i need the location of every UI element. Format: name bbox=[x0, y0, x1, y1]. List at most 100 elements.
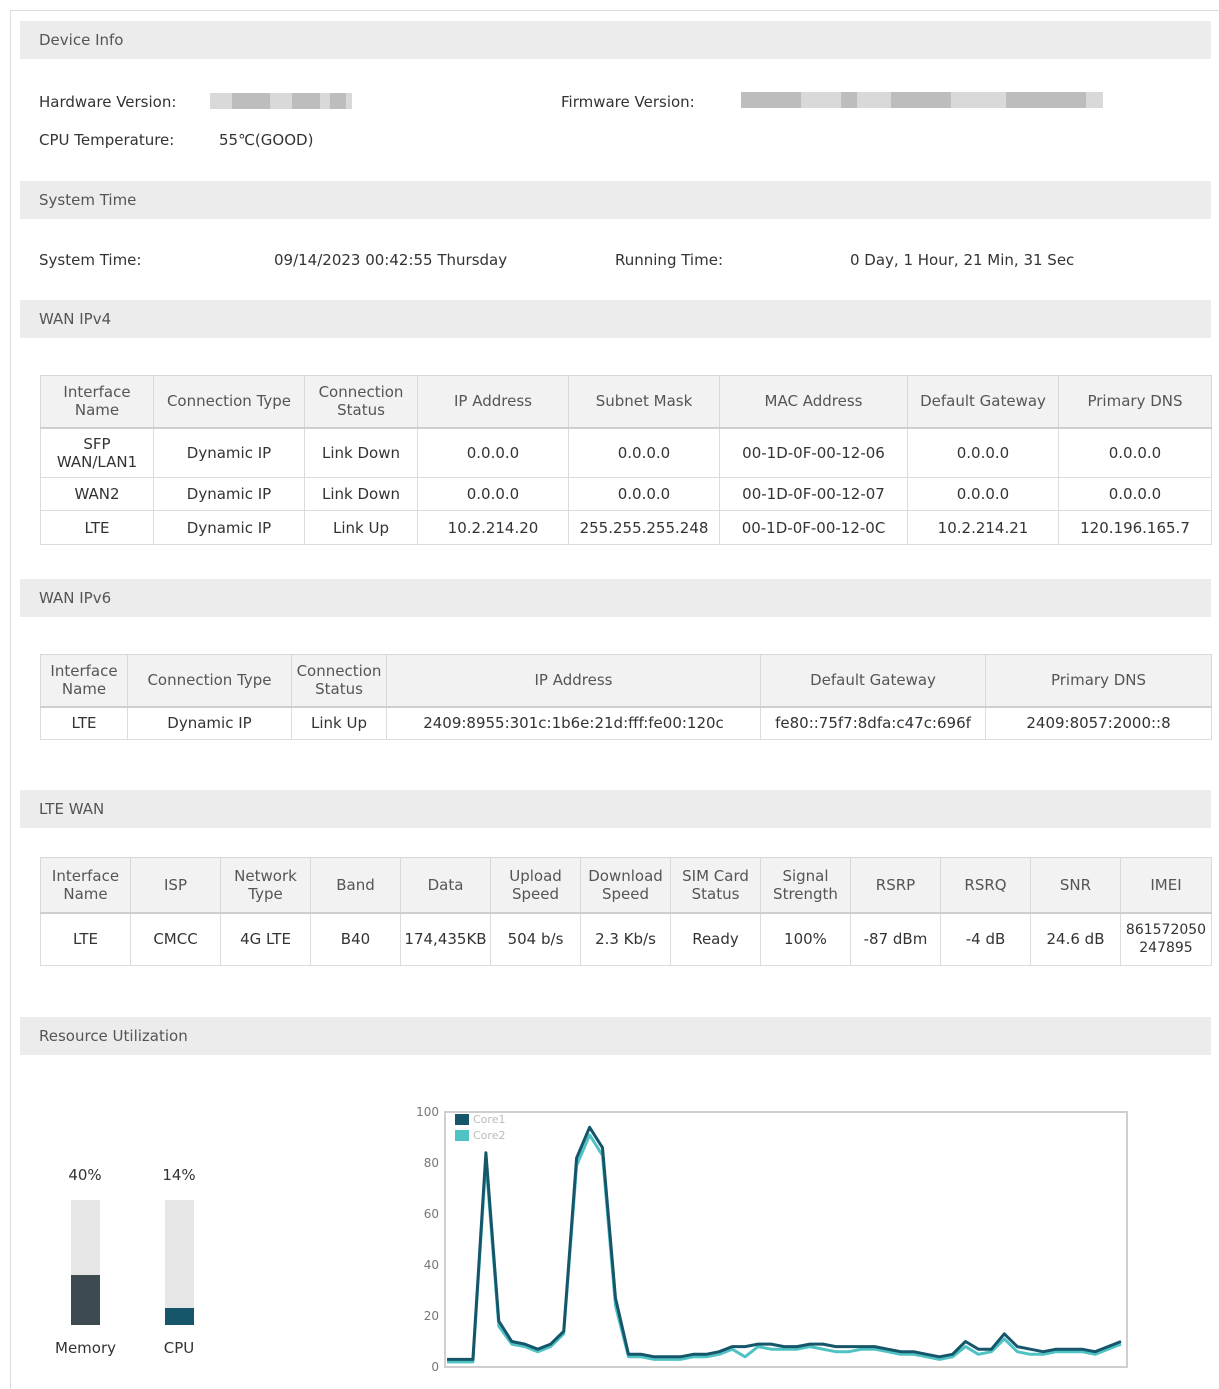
column-header: Primary DNS bbox=[985, 654, 1212, 708]
hardware-version-value-redacted bbox=[210, 93, 352, 109]
legend-swatch-core2 bbox=[455, 1130, 469, 1141]
y-tick-label: 40 bbox=[424, 1258, 439, 1272]
firmware-version-value-redacted bbox=[741, 92, 1103, 108]
table-cell: 10.2.214.21 bbox=[907, 510, 1059, 545]
table-cell: -87 dBm bbox=[850, 912, 941, 966]
table-cell: LTE bbox=[40, 510, 154, 545]
plot-area bbox=[444, 1111, 1128, 1368]
cpu-label: CPU bbox=[163, 1339, 195, 1357]
column-header: Data bbox=[400, 857, 491, 914]
column-header: Connection Type bbox=[127, 654, 292, 708]
column-header: MAC Address bbox=[719, 375, 908, 429]
column-header: SNR bbox=[1030, 857, 1121, 914]
y-tick-label: 100 bbox=[416, 1105, 439, 1119]
cpu-core-line-chart: 100 80 60 40 20 0 Core1 Core2 bbox=[416, 1105, 1128, 1374]
table-cell: Link Down bbox=[304, 427, 418, 478]
table-cell: 120.196.165.7 bbox=[1058, 510, 1212, 545]
table-cell: 00-1D-0F-00-12-06 bbox=[719, 427, 908, 478]
cpu-usage-bar bbox=[165, 1200, 194, 1325]
table-cell: 0.0.0.0 bbox=[568, 427, 720, 478]
column-header: Band bbox=[310, 857, 401, 914]
memory-usage-fill bbox=[71, 1275, 100, 1325]
table-cell: LTE bbox=[40, 912, 131, 966]
table-cell: 2409:8955:301c:1b6e:21d:fff:fe00:120c bbox=[386, 706, 761, 740]
system-time-value: 09/14/2023 00:42:55 Thursday bbox=[274, 251, 508, 269]
table-row: LTE Dynamic IP Link Up 2409:8955:301c:1b… bbox=[40, 706, 1212, 740]
memory-percent: 40% bbox=[68, 1166, 102, 1184]
system-time-label: System Time: bbox=[39, 251, 142, 269]
y-tick-label: 0 bbox=[431, 1360, 439, 1374]
hardware-version-label: Hardware Version: bbox=[39, 93, 177, 111]
running-time-value: 0 Day, 1 Hour, 21 Min, 31 Sec bbox=[850, 251, 1075, 269]
memory-label: Memory bbox=[55, 1339, 117, 1357]
column-header: Default Gateway bbox=[907, 375, 1059, 429]
firmware-version-label: Firmware Version: bbox=[561, 93, 695, 111]
table-cell: Dynamic IP bbox=[153, 427, 305, 478]
column-header: Upload Speed bbox=[490, 857, 581, 914]
table-cell: 255.255.255.248 bbox=[568, 510, 720, 545]
table-cell: B40 bbox=[310, 912, 401, 966]
column-header: Primary DNS bbox=[1058, 375, 1212, 429]
column-header: SIM Card Status bbox=[670, 857, 761, 914]
column-header: Network Type bbox=[220, 857, 311, 914]
wan-ipv4-header: WAN IPv4 bbox=[20, 300, 1211, 338]
table-cell: 4G LTE bbox=[220, 912, 311, 966]
table-cell: 0.0.0.0 bbox=[1058, 477, 1212, 511]
table-cell: 00-1D-0F-00-12-0C bbox=[719, 510, 908, 545]
table-cell: LTE bbox=[40, 706, 128, 740]
table-cell: 0.0.0.0 bbox=[1058, 427, 1212, 478]
column-header: Connection Type bbox=[153, 375, 305, 429]
system-time-header: System Time bbox=[20, 181, 1211, 219]
column-header: Interface Name bbox=[40, 375, 154, 429]
column-header: Connection Status bbox=[291, 654, 387, 708]
y-tick-label: 60 bbox=[424, 1207, 439, 1221]
cpu-percent: 14% bbox=[162, 1166, 196, 1184]
table-cell: Dynamic IP bbox=[153, 510, 305, 545]
table-cell: 0.0.0.0 bbox=[568, 477, 720, 511]
y-tick-label: 20 bbox=[424, 1309, 439, 1323]
table-cell: Link Up bbox=[304, 510, 418, 545]
table-header-row: Interface Name Connection Type Connectio… bbox=[40, 654, 1212, 708]
table-cell: Link Down bbox=[304, 477, 418, 511]
lte-wan-header: LTE WAN bbox=[20, 790, 1211, 828]
cpu-temperature-label: CPU Temperature: bbox=[39, 131, 175, 149]
table-cell: 100% bbox=[760, 912, 851, 966]
resource-utilization-header: Resource Utilization bbox=[20, 1017, 1211, 1055]
table-cell: 0.0.0.0 bbox=[907, 477, 1059, 511]
column-header: RSRQ bbox=[940, 857, 1031, 914]
table-cell: 00-1D-0F-00-12-07 bbox=[719, 477, 908, 511]
column-header: Download Speed bbox=[580, 857, 671, 914]
column-header: IMEI bbox=[1120, 857, 1212, 914]
table-row: SFP WAN/LAN1 Dynamic IP Link Down 0.0.0.… bbox=[40, 427, 1212, 478]
column-header: Signal Strength bbox=[760, 857, 851, 914]
table-header-row: Interface Name ISP Network Type Band Dat… bbox=[40, 857, 1212, 914]
table-row: LTE Dynamic IP Link Up 10.2.214.20 255.2… bbox=[40, 510, 1212, 545]
table-cell: WAN2 bbox=[40, 477, 154, 511]
table-cell: 0.0.0.0 bbox=[417, 477, 569, 511]
table-cell: -4 dB bbox=[940, 912, 1031, 966]
memory-usage-bar bbox=[71, 1200, 100, 1325]
legend-label-core1: Core1 bbox=[473, 1113, 505, 1126]
table-cell: 0.0.0.0 bbox=[907, 427, 1059, 478]
column-header: IP Address bbox=[417, 375, 569, 429]
table-cell: SFP WAN/LAN1 bbox=[40, 427, 154, 478]
wan-ipv6-header: WAN IPv6 bbox=[20, 579, 1211, 617]
table-row: LTE CMCC 4G LTE B40 174,435KB 504 b/s 2.… bbox=[40, 912, 1212, 966]
column-header: Interface Name bbox=[40, 857, 131, 914]
table-cell: Dynamic IP bbox=[153, 477, 305, 511]
legend-label-core2: Core2 bbox=[473, 1129, 505, 1142]
table-cell: 24.6 dB bbox=[1030, 912, 1121, 966]
column-header: IP Address bbox=[386, 654, 761, 708]
running-time-label: Running Time: bbox=[615, 251, 723, 269]
table-cell: Dynamic IP bbox=[127, 706, 292, 740]
table-cell: Link Up bbox=[291, 706, 387, 740]
table-cell: fe80::75f7:8dfa:c47c:696f bbox=[760, 706, 986, 740]
legend-swatch-core1 bbox=[455, 1114, 469, 1125]
table-cell: 0.0.0.0 bbox=[417, 427, 569, 478]
table-cell: 174,435KB bbox=[400, 912, 491, 966]
table-cell: Ready bbox=[670, 912, 761, 966]
table-cell: 2.3 Kb/s bbox=[580, 912, 671, 966]
column-header: Default Gateway bbox=[760, 654, 986, 708]
cpu-usage-fill bbox=[165, 1307, 194, 1325]
device-info-header: Device Info bbox=[20, 21, 1211, 59]
